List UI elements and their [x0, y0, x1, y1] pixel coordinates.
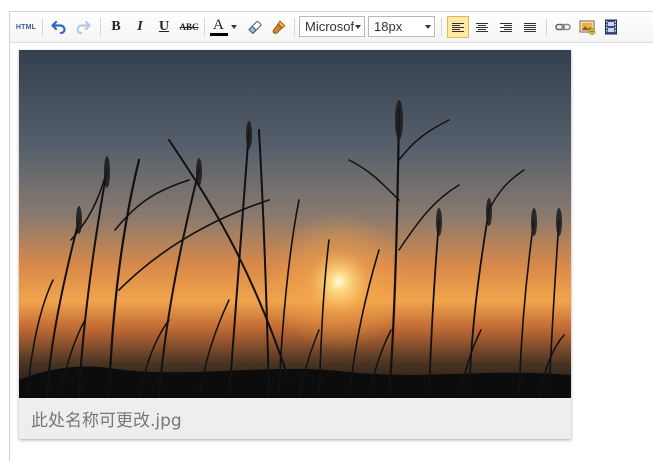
toolbar-divider	[294, 18, 295, 36]
rich-text-editor: HTML B I U ABC A Microsoft 18px 此处名称可更改.…	[9, 11, 653, 461]
font-color-button[interactable]: A	[210, 16, 240, 38]
bold-button[interactable]: B	[106, 16, 126, 38]
align-left-button[interactable]	[447, 16, 469, 38]
font-size-select[interactable]: 18px	[368, 16, 435, 37]
undo-icon	[51, 20, 66, 35]
sunset-photo[interactable]	[19, 50, 571, 398]
underline-button[interactable]: U	[154, 16, 174, 38]
font-color-swatch: A	[210, 17, 228, 37]
redo-icon	[76, 20, 91, 35]
clear-format-button[interactable]	[244, 16, 266, 38]
image-figure[interactable]: 此处名称可更改.jpg	[19, 50, 571, 439]
italic-button[interactable]: I	[130, 16, 150, 38]
font-family-select[interactable]: Microsoft YaHei	[299, 16, 365, 37]
html-source-button[interactable]: HTML	[14, 16, 38, 38]
insert-image-button[interactable]	[576, 16, 598, 38]
image-caption[interactable]: 此处名称可更改.jpg	[31, 406, 182, 431]
align-right-icon	[500, 22, 512, 33]
font-color-label: A	[213, 17, 224, 33]
toolbar-divider	[204, 18, 205, 36]
align-justify-icon	[524, 22, 536, 33]
insert-video-button[interactable]	[600, 16, 622, 38]
toolbar-divider	[441, 18, 442, 36]
image-icon	[579, 20, 595, 35]
align-right-button[interactable]	[495, 16, 517, 38]
eraser-icon	[248, 20, 262, 35]
video-icon	[605, 19, 617, 35]
toolbar-divider	[546, 18, 547, 36]
brush-icon	[272, 20, 286, 34]
align-center-icon	[476, 22, 488, 33]
align-left-icon	[452, 22, 464, 33]
align-justify-button[interactable]	[519, 16, 541, 38]
format-painter-button[interactable]	[268, 16, 290, 38]
italic-label: I	[137, 19, 143, 34]
insert-link-button[interactable]	[552, 16, 574, 38]
font-color-bar	[210, 33, 228, 36]
redo-button[interactable]	[72, 16, 94, 38]
strikethrough-button[interactable]: ABC	[178, 16, 200, 38]
html-source-label: HTML	[15, 23, 37, 31]
strikethrough-label: ABC	[179, 22, 199, 32]
chevron-down-icon	[355, 25, 361, 29]
toolbar-divider	[100, 18, 101, 36]
link-icon	[555, 23, 571, 31]
underline-label: U	[158, 19, 170, 34]
toolbar-divider	[42, 18, 43, 36]
font-family-value: Microsoft YaHei	[305, 19, 354, 34]
chevron-down-icon	[231, 25, 237, 29]
chevron-down-icon	[425, 25, 431, 29]
sunset-grass-image	[19, 50, 571, 398]
editor-toolbar: HTML B I U ABC A Microsoft 18px	[10, 12, 653, 43]
align-center-button[interactable]	[471, 16, 493, 38]
bold-label: B	[111, 19, 121, 34]
undo-button[interactable]	[48, 16, 70, 38]
font-size-value: 18px	[374, 19, 403, 34]
